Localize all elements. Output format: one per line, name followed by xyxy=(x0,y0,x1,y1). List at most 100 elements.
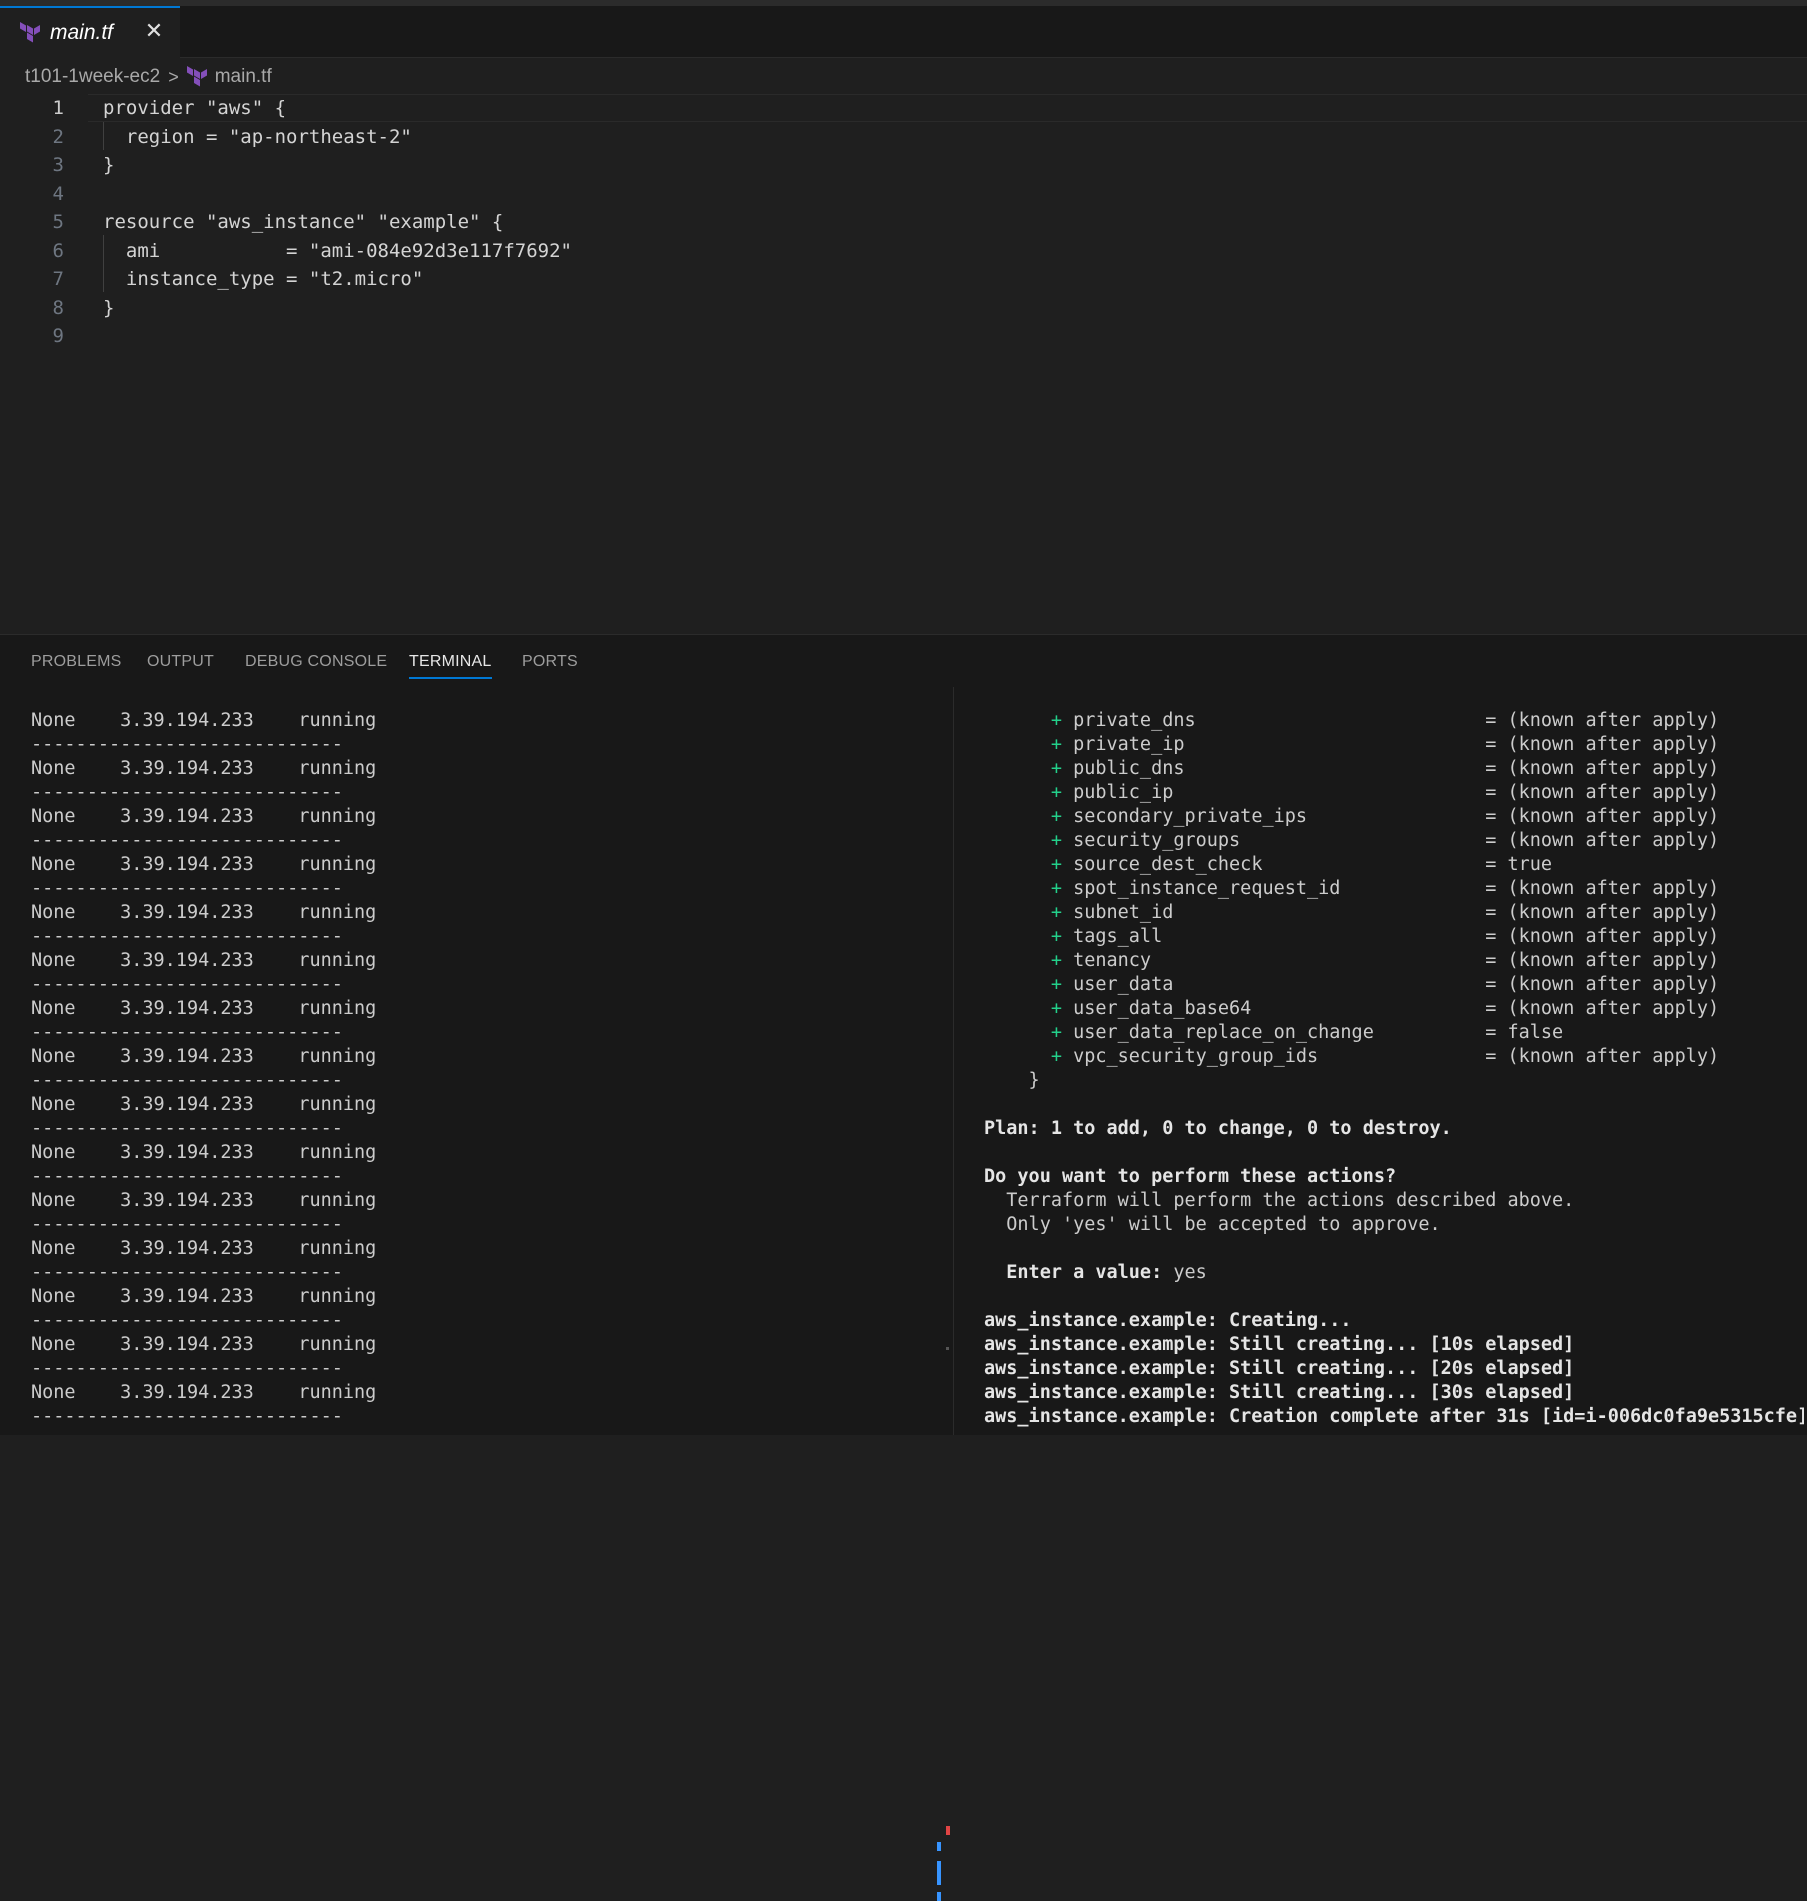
plan-attribute-line: + vpc_security_group_ids = (known after … xyxy=(1050,1046,1720,1067)
plus-icon: + xyxy=(1050,998,1062,1019)
plus-icon: + xyxy=(1050,710,1062,731)
code-line: 7 instance_type = "t2.micro" xyxy=(0,265,1807,293)
instance-name: None xyxy=(31,1094,76,1115)
instance-state: running xyxy=(298,1142,377,1163)
tab-problems[interactable]: PROBLEMS xyxy=(31,647,122,677)
terminal-line: None 3.39.194.233 running xyxy=(31,805,931,829)
plan-attribute-line: + subnet_id = (known after apply) xyxy=(1050,902,1720,923)
instance-state: running xyxy=(298,806,377,827)
instance-name: None xyxy=(31,902,76,923)
attribute-value: (known after apply) xyxy=(1507,950,1720,971)
terminal-separator: ---------------------------- xyxy=(31,734,343,755)
terraform-icon xyxy=(186,66,207,87)
instance-name: None xyxy=(31,998,76,1019)
plan-attribute-line: + secondary_private_ips = (known after a… xyxy=(1050,806,1720,827)
tab-label: main.tf xyxy=(50,21,114,44)
instance-name: None xyxy=(31,1286,76,1307)
closing-brace: } xyxy=(984,1070,1040,1091)
plan-summary: Plan: 1 to add, 0 to change, 0 to destro… xyxy=(984,1118,1452,1139)
scrollbar-marker xyxy=(946,1826,950,1835)
terminal-separator: ---------------------------- xyxy=(31,1070,343,1091)
prompt-line: Only 'yes' will be accepted to approve. xyxy=(984,1214,1441,1235)
terminal-separator: ---------------------------- xyxy=(31,1022,343,1043)
instance-ip: 3.39.194.233 xyxy=(120,1286,254,1307)
terminal-split-divider[interactable] xyxy=(953,687,954,1435)
scrollbar-marker xyxy=(946,1347,949,1350)
plan-attribute-line: + public_ip = (known after apply) xyxy=(1050,782,1720,803)
plan-attribute-line: + tenancy = (known after apply) xyxy=(1050,950,1720,971)
attribute-name: user_data_replace_on_change xyxy=(1073,1022,1486,1043)
plus-icon: + xyxy=(1050,1046,1062,1067)
breadcrumb-folder[interactable]: t101-1week-ec2 xyxy=(25,66,160,88)
scrollbar-marker xyxy=(937,1842,941,1851)
attribute-name: private_ip xyxy=(1073,734,1486,755)
code-text: provider "aws" { xyxy=(103,97,287,119)
code-line: 4 xyxy=(0,180,1807,208)
attribute-value: (known after apply) xyxy=(1507,878,1720,899)
chevron-right-icon: > xyxy=(168,66,179,87)
plus-icon: + xyxy=(1050,902,1062,923)
plan-attribute-line: + private_dns = (known after apply) xyxy=(1050,710,1720,731)
attribute-value: (known after apply) xyxy=(1507,782,1720,803)
attribute-value: (known after apply) xyxy=(1507,998,1720,1019)
code-editor[interactable]: 1 provider "aws" { 2 region = "ap-northeas… xyxy=(0,94,1807,634)
plus-icon: + xyxy=(1050,878,1062,899)
plus-icon: + xyxy=(1050,782,1062,803)
line-number: 1 xyxy=(52,97,64,119)
scrollbar-marker xyxy=(937,1892,941,1901)
code-text: } xyxy=(103,296,115,319)
attribute-name: user_data_base64 xyxy=(1073,998,1486,1019)
attribute-value: (known after apply) xyxy=(1507,926,1720,947)
instance-state: running xyxy=(298,1190,377,1211)
terminal-right[interactable]: + private_dns = (known after apply) + pr… xyxy=(984,709,1804,1435)
terminal-line: None 3.39.194.233 running xyxy=(31,1333,931,1357)
tab-debug-console[interactable]: DEBUG CONSOLE xyxy=(245,647,387,677)
terminal-line: None 3.39.194.233 running xyxy=(31,949,931,973)
instance-name: None xyxy=(31,1190,76,1211)
plan-attribute-line: + private_ip = (known after apply) xyxy=(1050,734,1720,755)
instance-ip: 3.39.194.233 xyxy=(120,1190,254,1211)
tab-terminal[interactable]: TERMINAL xyxy=(409,647,492,679)
terminal-separator: ---------------------------- xyxy=(31,782,343,803)
instance-name: None xyxy=(31,1142,76,1163)
plus-icon: + xyxy=(1050,806,1062,827)
breadcrumb: t101-1week-ec2 > main.tf xyxy=(25,62,272,92)
instance-name: None xyxy=(31,806,76,827)
attribute-name: public_dns xyxy=(1073,758,1486,779)
attribute-value: (known after apply) xyxy=(1507,734,1720,755)
terminal-left[interactable]: None 3.39.194.233 running ---------------… xyxy=(31,709,931,1429)
instance-name: None xyxy=(31,758,76,779)
code-line: 8} xyxy=(0,294,1807,322)
instance-ip: 3.39.194.233 xyxy=(120,806,254,827)
plus-icon: + xyxy=(1050,974,1062,995)
terminal-line: None 3.39.194.233 running xyxy=(31,757,931,781)
attribute-name: public_ip xyxy=(1073,782,1486,803)
close-icon[interactable]: ✕ xyxy=(142,20,166,44)
terminal-separator: ---------------------------- xyxy=(31,1310,343,1331)
attribute-value: (known after apply) xyxy=(1507,806,1720,827)
instance-state: running xyxy=(298,950,377,971)
tab-ports[interactable]: PORTS xyxy=(522,647,578,677)
plan-attribute-line: + public_dns = (known after apply) xyxy=(1050,758,1720,779)
attribute-name: vpc_security_group_ids xyxy=(1073,1046,1486,1067)
plan-attribute-line: + user_data_base64 = (known after apply) xyxy=(1050,998,1720,1019)
code-line: 2 region = "ap-northeast-2" xyxy=(0,123,1807,151)
enter-value-line: Enter a value: yes xyxy=(984,1261,1804,1285)
tab-output[interactable]: OUTPUT xyxy=(147,647,214,677)
plus-icon: + xyxy=(1050,950,1062,971)
attribute-value: (known after apply) xyxy=(1507,710,1720,731)
attribute-name: tags_all xyxy=(1073,926,1486,947)
instance-name: None xyxy=(31,1382,76,1403)
terminal-separator: ---------------------------- xyxy=(31,1262,343,1283)
terminal-separator: ---------------------------- xyxy=(31,830,343,851)
instance-name: None xyxy=(31,1238,76,1259)
terminal-separator: ---------------------------- xyxy=(31,1118,343,1139)
plan-attribute-line: + user_data_replace_on_change = false xyxy=(1050,1022,1564,1043)
prompt-line: Terraform will perform the actions descr… xyxy=(984,1190,1575,1211)
breadcrumb-file[interactable]: main.tf xyxy=(215,66,272,88)
tab-main-tf[interactable]: main.tf ✕ xyxy=(0,6,180,58)
terminal-line: None 3.39.194.233 running xyxy=(31,1285,931,1309)
